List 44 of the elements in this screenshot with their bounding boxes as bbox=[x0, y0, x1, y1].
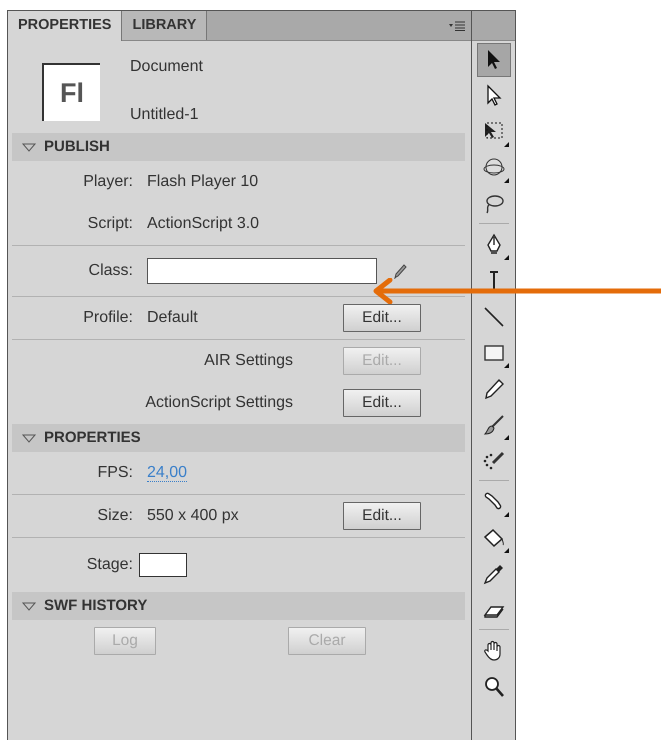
field-value: ActionScript 3.0 bbox=[147, 214, 260, 234]
eyedropper-icon bbox=[482, 562, 506, 586]
section-header[interactable]: PUBLISH bbox=[12, 133, 465, 161]
section-header[interactable]: SWF HISTORY bbox=[12, 592, 465, 620]
edit-button[interactable]: Edit... bbox=[343, 304, 421, 332]
flyout-corner-icon bbox=[504, 255, 508, 260]
field-label: Class: bbox=[88, 261, 133, 281]
stage-color-swatch[interactable] bbox=[139, 553, 187, 577]
collapse-triangle-icon bbox=[22, 434, 36, 442]
flyout-corner-icon bbox=[504, 435, 508, 440]
flyout-corner-icon bbox=[504, 512, 508, 517]
setting-label: ActionScript Settings bbox=[144, 393, 294, 413]
document-name: Untitled-1 bbox=[130, 105, 200, 125]
panel-menu-icon[interactable] bbox=[449, 20, 465, 30]
paintbrush-icon bbox=[482, 413, 506, 437]
collapse-triangle-icon bbox=[22, 142, 36, 152]
field-label: Script: bbox=[86, 214, 133, 234]
document-type: Document bbox=[130, 57, 203, 77]
collapse-triangle-icon bbox=[22, 602, 36, 610]
text-cursor-icon bbox=[488, 271, 498, 291]
field-label: Stage: bbox=[86, 555, 133, 575]
document-icon: Fl bbox=[42, 63, 100, 121]
class-input-field[interactable] bbox=[147, 258, 377, 284]
section-header[interactable]: PROPERTIES bbox=[12, 424, 465, 452]
field-value: 550 x 400 px bbox=[147, 506, 240, 526]
flyout-corner-icon bbox=[504, 363, 508, 368]
panel-tab[interactable]: LIBRARY bbox=[122, 11, 208, 40]
field-label: Profile: bbox=[82, 308, 133, 328]
field-value: Flash Player 10 bbox=[147, 172, 260, 192]
field-value: Default bbox=[147, 308, 199, 328]
selection-arrow-tool-button[interactable] bbox=[476, 43, 510, 77]
panel-tab[interactable]: PROPERTIES bbox=[8, 11, 122, 41]
edit-button[interactable]: Edit... bbox=[343, 502, 421, 530]
edit-button[interactable]: Edit... bbox=[343, 389, 421, 417]
field-label: Player: bbox=[82, 172, 133, 192]
field-label: FPS: bbox=[96, 463, 133, 483]
field-label: Size: bbox=[96, 506, 133, 526]
setting-label: AIR Settings bbox=[203, 351, 294, 371]
diagonal-line-icon bbox=[482, 305, 506, 329]
flyout-corner-icon bbox=[504, 548, 508, 553]
flyout-corner-icon bbox=[504, 178, 508, 183]
paint-bucket-icon bbox=[482, 526, 506, 550]
flyout-corner-icon bbox=[504, 142, 508, 147]
pencil-icon[interactable] bbox=[393, 263, 407, 279]
